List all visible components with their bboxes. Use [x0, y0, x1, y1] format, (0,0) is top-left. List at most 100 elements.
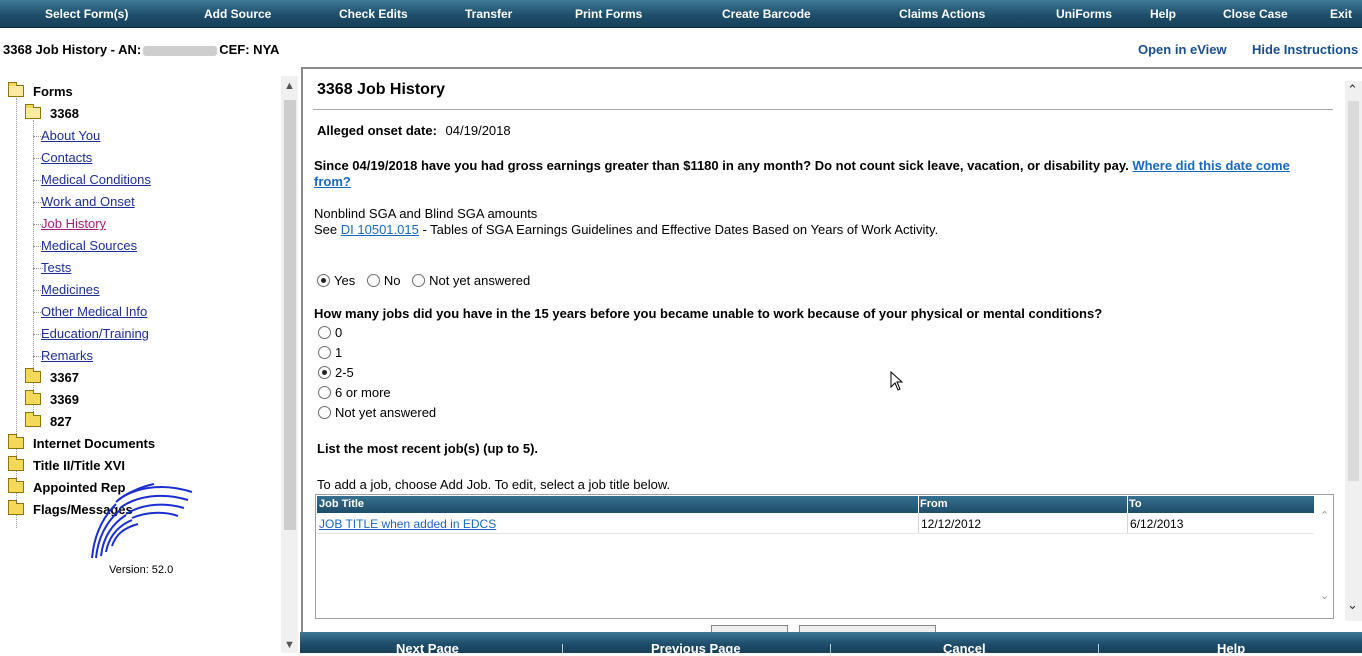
earnings-radio-group: Yes No Not yet answered — [317, 273, 530, 288]
tree-item-medical-sources[interactable]: Medical Sources — [41, 238, 137, 253]
jobs-table-header: Job Title From To — [317, 496, 1314, 513]
tree-item-other-medical-info[interactable]: Other Medical Info — [41, 304, 147, 319]
tree-item-tests[interactable]: Tests — [41, 260, 71, 275]
form-scroll-down-icon[interactable]: ⌄ — [1347, 597, 1358, 613]
job-to-date: 6/12/2013 — [1130, 517, 1184, 531]
tree-form-3369-label: 3369 — [50, 392, 79, 407]
tree-item-work-and-onset[interactable]: Work and Onset — [41, 194, 135, 209]
job-title-link[interactable]: JOB TITLE when added in EDCS — [319, 517, 496, 531]
tree-title-ii-xvi-label: Title II/Title XVI — [33, 458, 125, 473]
scroll-down-arrow-icon[interactable]: ▼ — [284, 639, 295, 651]
sga-description: - Tables of SGA Earnings Guidelines and … — [422, 222, 939, 237]
hide-instructions-link[interactable]: Hide Instructions — [1252, 42, 1358, 57]
sga-see: See — [314, 222, 338, 237]
radio-jobs-2-5-label: 2-5 — [335, 365, 354, 380]
question-job-count: How many jobs did you have in the 15 yea… — [314, 306, 1103, 321]
menu-uniforms[interactable]: UniForms — [1056, 7, 1112, 21]
folder-icon — [8, 500, 24, 515]
date-source-link-continued[interactable]: from? — [314, 174, 351, 189]
radio-yes[interactable]: Yes — [317, 273, 355, 288]
next-page-button[interactable]: Next Page — [396, 641, 459, 656]
tree-internet-documents-label: Internet Documents — [33, 436, 156, 451]
tree-form-3369[interactable]: 3369 — [25, 390, 79, 407]
radio-jobs-1[interactable]: 1 — [318, 345, 342, 360]
left-scrollbar-thumb[interactable] — [284, 100, 296, 530]
tree-item-education-training[interactable]: Education/Training — [41, 326, 149, 341]
radio-not-yet-answered-label: Not yet answered — [429, 273, 531, 288]
question-earnings-text: Since 04/19/2018 have you had gross earn… — [314, 158, 1129, 173]
redacted-account-number — [143, 45, 218, 56]
menu-transfer[interactable]: Transfer — [465, 7, 512, 21]
column-to[interactable]: To — [1129, 498, 1142, 510]
radio-no-label: No — [383, 273, 401, 288]
radio-empty-icon — [318, 386, 331, 399]
tree-form-3368-label: 3368 — [50, 106, 79, 121]
form-scrollbar-thumb[interactable] — [1348, 101, 1359, 481]
tree-item-job-history[interactable]: Job History — [41, 216, 106, 231]
row-divider — [317, 533, 1314, 534]
folder-icon — [25, 390, 41, 405]
form-panel: 3368 Job History Alleged onset date: 04/… — [301, 67, 1362, 634]
tree-item-contacts[interactable]: Contacts — [41, 150, 92, 165]
radio-jobs-2-5[interactable]: 2-5 — [318, 365, 354, 380]
bottom-nav-bar: Next Page Previous Page Cancel Help — [300, 632, 1362, 656]
header-title-prefix: 3368 Job History - AN: — [3, 42, 142, 57]
menu-check-edits[interactable]: Check Edits — [339, 7, 408, 21]
form-scroll-up-icon[interactable]: ⌃ — [1347, 82, 1358, 98]
help-button[interactable]: Help — [1217, 641, 1245, 656]
tree-title-ii-xvi[interactable]: Title II/Title XVI — [8, 456, 125, 473]
tree-form-3367-label: 3367 — [50, 370, 79, 385]
radio-jobs-0[interactable]: 0 — [318, 325, 342, 340]
tree-form-827[interactable]: 827 — [25, 412, 72, 429]
table-scroll-down-icon[interactable]: ⌄ — [1320, 589, 1329, 602]
radio-empty-icon — [412, 274, 426, 287]
tree-item-about-you[interactable]: About You — [41, 128, 100, 143]
radio-yes-label: Yes — [334, 273, 356, 288]
folder-icon — [25, 368, 41, 383]
radio-not-yet-answered[interactable]: Not yet answered — [412, 273, 530, 288]
tree-internet-documents[interactable]: Internet Documents — [8, 434, 156, 451]
menu-close-case[interactable]: Close Case — [1223, 7, 1288, 21]
open-in-eview-link[interactable]: Open in eView — [1138, 42, 1227, 57]
date-source-link[interactable]: Where did this date come — [1132, 158, 1289, 173]
version-label: Version: 52.0 — [109, 564, 174, 576]
cancel-button[interactable]: Cancel — [943, 641, 986, 656]
tree-form-3368[interactable]: 3368 — [25, 104, 79, 121]
menu-add-source[interactable]: Add Source — [204, 7, 271, 21]
tree-form-827-label: 827 — [50, 414, 72, 429]
radio-empty-icon — [318, 406, 331, 419]
title-divider — [313, 109, 1333, 110]
di-10501-link[interactable]: DI 10501.015 — [341, 222, 419, 237]
radio-empty-icon — [366, 274, 380, 287]
onset-label: Alleged onset date: — [317, 123, 437, 138]
table-scroll-up-icon[interactable]: ⌃ — [1320, 509, 1329, 522]
mouse-cursor-icon — [890, 371, 904, 391]
tree-forms-label: Forms — [33, 84, 73, 99]
radio-empty-icon — [318, 326, 331, 339]
menu-select-forms[interactable]: Select Form(s) — [45, 7, 128, 21]
tree-item-remarks[interactable]: Remarks — [41, 348, 93, 363]
tree-item-medicines[interactable]: Medicines — [41, 282, 100, 297]
menu-exit[interactable]: Exit — [1330, 7, 1352, 21]
tree-forms[interactable]: Forms — [8, 82, 73, 99]
radio-jobs-6-or-more[interactable]: 6 or more — [318, 385, 391, 400]
tree-item-medical-conditions[interactable]: Medical Conditions — [41, 172, 151, 187]
menu-bar: Select Form(s) Add Source Check Edits Tr… — [0, 0, 1362, 28]
radio-jobs-not-yet-answered[interactable]: Not yet answered — [318, 405, 436, 420]
previous-page-button[interactable]: Previous Page — [651, 641, 741, 656]
radio-jobs-1-label: 1 — [335, 345, 343, 360]
eagle-logo-icon — [91, 483, 193, 559]
column-from[interactable]: From — [920, 498, 948, 510]
menu-create-barcode[interactable]: Create Barcode — [722, 7, 811, 21]
column-job-title[interactable]: Job Title — [319, 498, 364, 510]
menu-print-forms[interactable]: Print Forms — [575, 7, 642, 21]
tree-form-3367[interactable]: 3367 — [25, 368, 79, 385]
scroll-up-arrow-icon[interactable]: ▲ — [284, 80, 295, 92]
menu-claims-actions[interactable]: Claims Actions — [899, 7, 985, 21]
radio-empty-icon — [318, 346, 331, 359]
menu-help[interactable]: Help — [1150, 7, 1176, 21]
sga-title: Nonblind SGA and Blind SGA amounts — [314, 206, 538, 221]
radio-no[interactable]: No — [366, 273, 401, 288]
folder-icon — [8, 478, 24, 493]
folder-icon — [8, 456, 24, 471]
